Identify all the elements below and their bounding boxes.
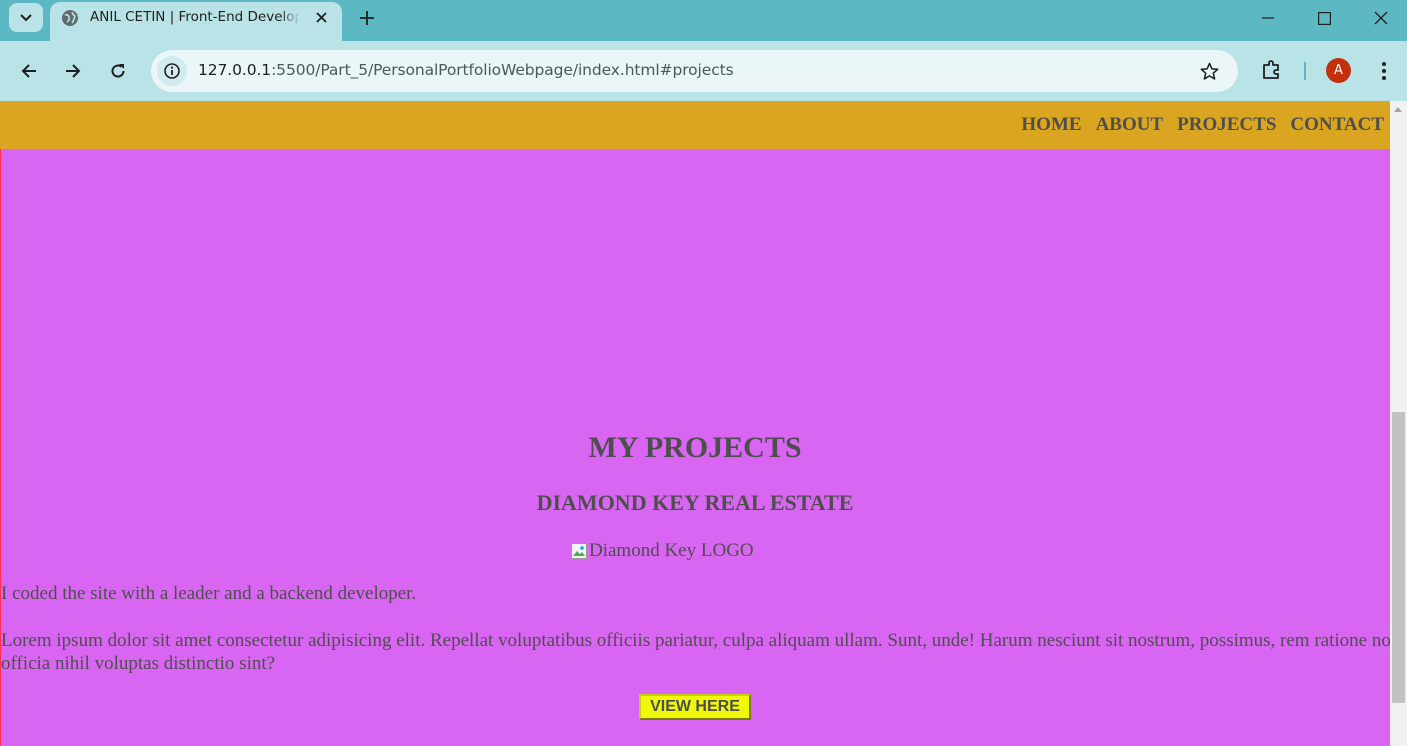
tab-close-button[interactable] [311,7,331,27]
globe-icon [62,10,78,26]
maximize-icon [1317,11,1331,25]
back-button[interactable] [14,56,44,86]
projects-heading: MY PROJECTS [588,431,802,464]
extensions-button[interactable] [1258,56,1286,84]
minimize-button[interactable] [1254,4,1282,32]
site-info-button[interactable] [157,56,187,86]
browser-tab[interactable]: ANIL CETIN | Front-End Developer [50,2,342,41]
address-bar[interactable]: 127.0.0.1:5500/Part_5/PersonalPortfolioW… [151,50,1238,92]
page-viewport: HOME ABOUT PROJECTS CONTACT MY PROJECTS … [0,101,1407,746]
menu-icon [1382,62,1386,80]
page-scrollbar[interactable] [1390,101,1407,746]
tab-strip: ANIL CETIN | Front-End Developer [0,0,1407,41]
close-icon [315,11,327,23]
url-text: 127.0.0.1:5500/Part_5/PersonalPortfolioW… [198,61,734,79]
forward-button[interactable] [58,56,88,86]
forward-icon [66,64,81,78]
broken-image-icon [571,543,587,559]
url-path: :5500/Part_5/PersonalPortfolioWebpage/in… [271,61,734,79]
site-navbar: HOME ABOUT PROJECTS CONTACT [0,101,1390,149]
nav-link-about[interactable]: ABOUT [1096,114,1164,136]
browser-toolbar: 127.0.0.1:5500/Part_5/PersonalPortfolioW… [0,41,1407,101]
toolbar-divider [1304,62,1306,80]
window-close-icon [1374,11,1388,25]
scroll-up-arrow-icon[interactable] [1394,107,1402,112]
site-info-icon [164,63,180,79]
bookmark-button[interactable] [1198,60,1220,82]
maximize-button[interactable] [1310,4,1338,32]
nav-links: HOME ABOUT PROJECTS CONTACT [1021,114,1384,136]
tab-search-button[interactable] [9,3,43,32]
logo-alt-text: Diamond Key LOGO [589,540,754,561]
view-here-button[interactable]: VIEW HERE [639,694,751,720]
minimize-icon [1262,17,1274,19]
url-host: 127.0.0.1 [198,61,272,79]
back-icon [21,64,36,78]
project-title: DIAMOND KEY REAL ESTATE [536,490,854,515]
nav-link-projects[interactable]: PROJECTS [1177,114,1276,136]
project-logo: Diamond Key LOGO [571,540,754,562]
new-tab-button[interactable] [355,6,379,30]
tab-title: ANIL CETIN | Front-End Developer [90,9,300,25]
nav-link-home[interactable]: HOME [1021,114,1081,136]
plus-icon [360,11,374,25]
scrollbar-thumb[interactable] [1392,412,1405,703]
nav-link-contact[interactable]: CONTACT [1290,114,1384,136]
project-description: Lorem ipsum dolor sit amet consectetur a… [1,630,1401,674]
profile-avatar[interactable]: A [1326,58,1351,83]
bookmark-star-icon [1200,62,1218,80]
extensions-icon [1263,60,1279,79]
reload-button[interactable] [103,56,133,86]
reload-icon [111,64,125,78]
chevron-down-icon [20,13,32,21]
project-summary: I coded the site with a leader and a bac… [1,583,417,604]
browser-menu-button[interactable] [1371,57,1397,85]
window-close-button[interactable] [1367,4,1395,32]
